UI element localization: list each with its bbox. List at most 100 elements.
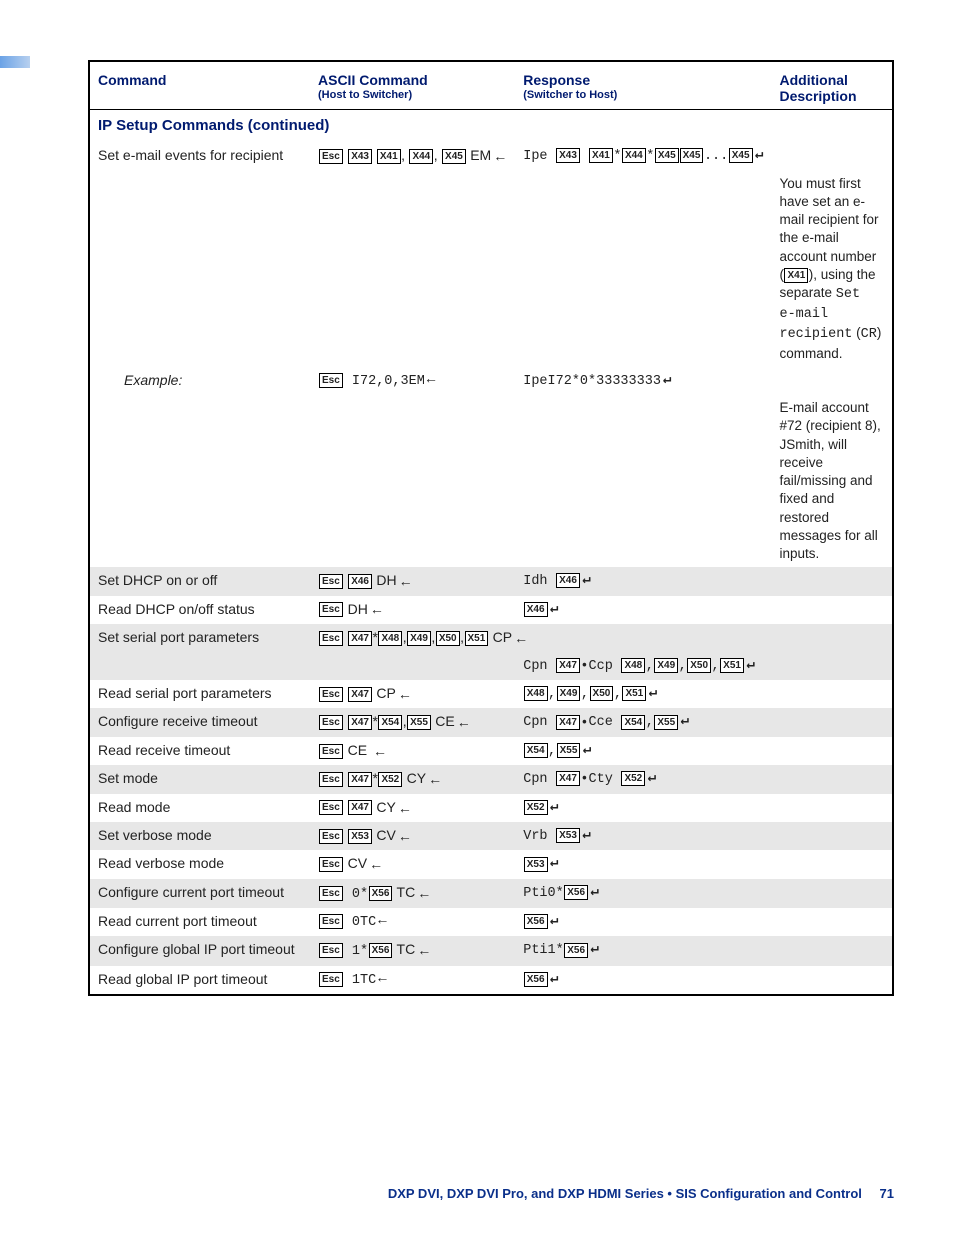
section-row: IP Setup Commands (continued): [90, 110, 892, 143]
x45-box: X45: [442, 149, 466, 164]
esc-key: Esc: [319, 886, 343, 901]
col-response-label: Response: [523, 72, 590, 88]
ascii-cell: Esc X47 CP: [310, 680, 515, 708]
return-icon: [649, 684, 657, 703]
resp-cell: Cpn X47Ccp X48,X49,X50,X51: [515, 652, 771, 680]
bullet-icon: [580, 771, 588, 789]
sep-star: *: [372, 629, 377, 645]
enter-arrow-icon: [378, 970, 386, 989]
resp-cell: Ipe X43 X41*X44*X45X45...X45: [515, 142, 771, 170]
desc-cell: [771, 794, 892, 822]
col-response-sub: (Switcher to Host): [523, 89, 763, 107]
x47-box: X47: [556, 715, 580, 730]
esc-key: Esc: [319, 943, 343, 958]
table-row: Cpn X47Ccp X48,X49,X50,X51: [90, 652, 892, 680]
x52-box: X52: [524, 800, 548, 815]
desc-cell: [771, 652, 892, 680]
tail-text: 1TC: [344, 973, 376, 988]
sep-star: *: [613, 149, 621, 164]
tail-text: CP: [489, 629, 512, 645]
tail-text: EM: [466, 147, 491, 163]
tail-text: DH: [372, 572, 396, 588]
footer-page: 71: [880, 1186, 894, 1201]
page-accent: [0, 56, 30, 68]
sep-comma: ,: [548, 687, 556, 702]
desc-cell: [771, 680, 892, 708]
x56-box: X56: [524, 914, 548, 929]
cmd-cell: [90, 171, 310, 367]
x51-box: X51: [622, 686, 646, 701]
ascii-cell: Esc X47*X52 CY: [310, 765, 515, 793]
esc-key: Esc: [319, 631, 343, 646]
table-header: Command ASCII Command (Host to Switcher)…: [90, 62, 892, 110]
desc-cell: [771, 936, 892, 965]
x49-box: X49: [557, 686, 581, 701]
desc-cell: [771, 850, 892, 878]
x48-box: X48: [378, 631, 402, 646]
col-ascii: ASCII Command (Host to Switcher): [310, 62, 515, 110]
table-row: Configure receive timeout Esc X47*X54,X5…: [90, 708, 892, 736]
cmd-cell: Read current port timeout: [90, 908, 310, 936]
pre2-text: 0*: [344, 887, 368, 902]
enter-arrow-icon: [417, 884, 431, 903]
esc-key: Esc: [319, 914, 343, 929]
ascii-cell: Esc 0TC: [310, 908, 515, 936]
sep-comma: ,: [646, 659, 654, 674]
cmd-cell: Read DHCP on/off status: [90, 596, 310, 624]
x48-box: X48: [621, 658, 645, 673]
table-row: Read DHCP on/off status Esc DH X46: [90, 596, 892, 624]
tail-text: CP: [372, 685, 395, 701]
tail-text: CV: [372, 827, 395, 843]
tail-text: CY: [372, 799, 395, 815]
enter-arrow-icon: [369, 855, 383, 874]
x44-box: X44: [622, 148, 646, 163]
x49-box: X49: [654, 658, 678, 673]
ascii-cell: Esc CE: [310, 737, 515, 765]
resp-cell: X52: [515, 794, 771, 822]
pre2-text: 1*: [344, 944, 368, 959]
enter-arrow-icon: [427, 371, 435, 390]
return-icon: [591, 940, 599, 959]
resp-cell: Vrb X53: [515, 822, 771, 850]
ascii-cell: Esc X43 X41, X44, X45 EM: [310, 142, 515, 170]
ascii-cell: Esc X47*X48,X49,X50,X51 CP: [310, 624, 892, 652]
dots: ...: [704, 149, 728, 164]
x50-box: X50: [436, 631, 460, 646]
desc-cell: [771, 367, 892, 395]
tail-text: CV: [344, 855, 367, 871]
cmd-cell: Set mode: [90, 765, 310, 793]
cmd-cell: Set verbose mode: [90, 822, 310, 850]
command-table-wrap: Command ASCII Command (Host to Switcher)…: [88, 60, 894, 996]
desc-cell: [771, 596, 892, 624]
ascii-cell: Esc 1*X56 TC: [310, 936, 515, 965]
desc-cell: E-mail account #72 (recipient 8), JSmith…: [771, 395, 892, 567]
resp-cell: Cpn X47Cty X52: [515, 765, 771, 793]
enter-arrow-icon: [428, 770, 442, 789]
sep-comma: ,: [712, 659, 720, 674]
table-row: Read mode Esc X47 CY X52: [90, 794, 892, 822]
x55-box: X55: [407, 715, 431, 730]
resp-pre: Idh: [523, 574, 555, 589]
return-icon: [746, 656, 754, 675]
sep-comma: ,: [581, 687, 589, 702]
sep-star: *: [372, 770, 377, 786]
table-row: Example: Esc I72,0,3EM IpeI72*0*33333333: [90, 367, 892, 395]
resp-cell: X54,X55: [515, 737, 771, 765]
desc-cell: [771, 567, 892, 595]
ascii-cell: Esc X47 CY: [310, 794, 515, 822]
col-ascii-sub: (Host to Switcher): [318, 89, 507, 107]
sep-comma: ,: [403, 713, 407, 729]
page-footer: DXP DVI, DXP DVI Pro, and DXP HDMI Serie…: [388, 1186, 894, 1201]
x56-box: X56: [524, 972, 548, 987]
x52-box: X52: [621, 771, 645, 786]
enter-arrow-icon: [370, 600, 384, 619]
x41-box: X41: [589, 148, 613, 163]
table-row: Set verbose mode Esc X53 CV Vrb X53: [90, 822, 892, 850]
ascii-cell: Esc X46 DH: [310, 567, 515, 595]
x53-box: X53: [524, 857, 548, 872]
cmd-cell: Set DHCP on or off: [90, 567, 310, 595]
x56-box: X56: [369, 943, 393, 958]
bullet-icon: [580, 658, 588, 676]
ascii-cell: [310, 171, 515, 367]
ascii-cell: [310, 395, 515, 567]
